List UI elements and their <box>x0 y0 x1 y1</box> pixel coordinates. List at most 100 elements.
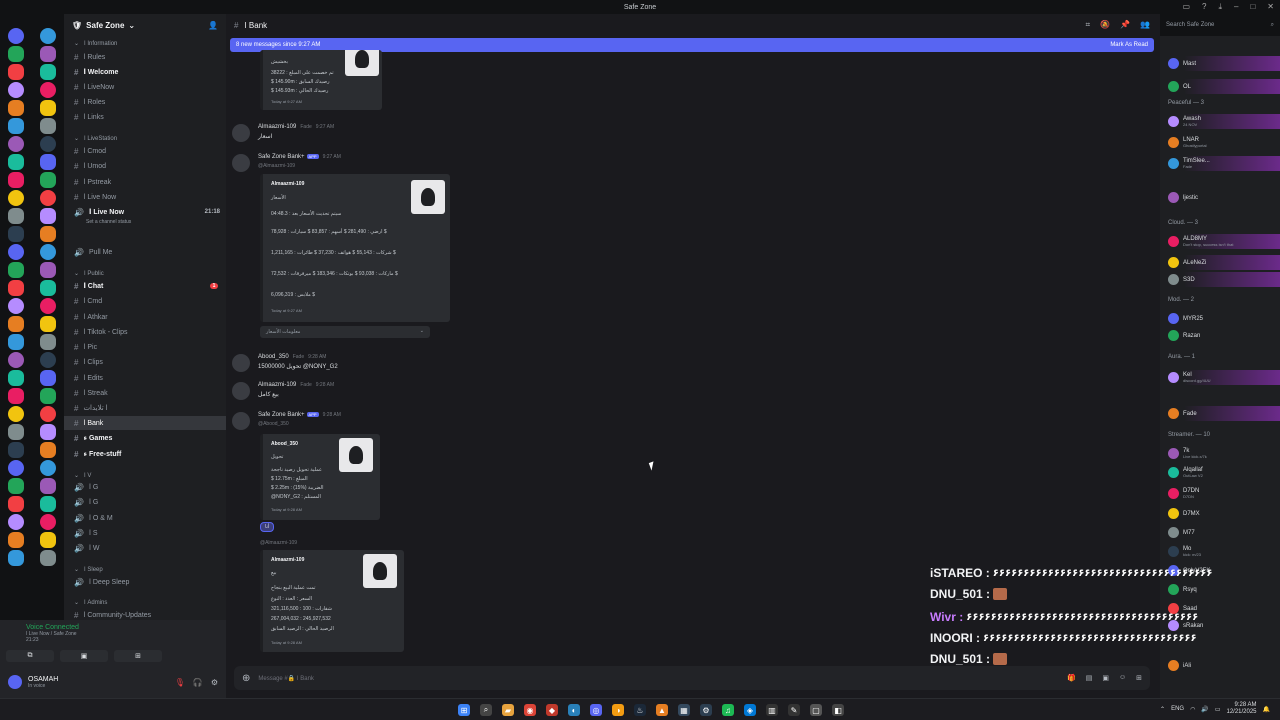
reply-mention[interactable]: @Almaazmi-109 <box>260 540 297 546</box>
server-icon[interactable] <box>40 316 56 332</box>
member-item[interactable]: OL <box>1160 79 1280 94</box>
server-icon[interactable] <box>40 100 56 116</box>
channel-item[interactable]: 🔊 ا Deep Sleep <box>64 575 226 589</box>
member-item[interactable]: Fade <box>1160 406 1280 421</box>
channel-item[interactable]: # ا Clips <box>64 355 226 369</box>
channel-item[interactable]: # ا Live Now <box>64 190 226 204</box>
member-item[interactable]: Razan <box>1160 328 1280 343</box>
server-icon[interactable] <box>8 244 24 260</box>
member-item[interactable]: 7k Live kick.x/7k <box>1160 446 1280 461</box>
channel-category[interactable]: ⌄ ا Information <box>64 36 226 50</box>
app-icon[interactable]: ◐ <box>568 704 580 716</box>
server-icon[interactable] <box>8 352 24 368</box>
channel-item[interactable]: # ا Pic <box>64 340 226 354</box>
server-icon[interactable] <box>8 514 24 530</box>
channel-item[interactable]: # ا Chat 1 <box>64 279 226 293</box>
member-item[interactable]: TimSlee... Fade <box>1160 156 1280 171</box>
steam-icon[interactable]: ♨ <box>634 704 646 716</box>
channel-item[interactable]: # ا LiveNow <box>64 80 226 94</box>
settings-gear-icon[interactable]: ⚙ <box>211 678 218 687</box>
avatar[interactable] <box>232 354 250 372</box>
app-icon[interactable]: ⚙ <box>700 704 712 716</box>
message-composer[interactable]: ⊕ Message #🔒 ا Bank 🎁 ▤ ▣ ☺ ⊞ <box>234 666 1150 690</box>
app-icon[interactable]: ◈ <box>744 704 756 716</box>
server-icon[interactable] <box>8 28 24 44</box>
language-indicator[interactable]: ENG <box>1171 706 1184 712</box>
avatar[interactable] <box>232 124 250 142</box>
server-icon[interactable] <box>8 208 24 224</box>
channel-item[interactable]: # ء Games <box>64 431 226 445</box>
inbox-icon[interactable]: ▭ <box>1182 2 1190 12</box>
server-icon[interactable] <box>40 136 56 152</box>
avatar[interactable] <box>232 412 250 430</box>
server-icon[interactable] <box>8 316 24 332</box>
channel-item[interactable]: # ء Free-stuff <box>64 447 226 461</box>
channel-item[interactable]: 🔊 Pull Me <box>64 245 226 259</box>
server-icon[interactable] <box>40 352 56 368</box>
channel-item[interactable]: 🔊 ا O & M <box>64 511 226 525</box>
server-icon[interactable] <box>40 550 56 566</box>
server-icon[interactable] <box>8 82 24 98</box>
server-icon[interactable] <box>40 388 56 404</box>
server-icon[interactable] <box>40 208 56 224</box>
search-icon[interactable]: ⌕ <box>480 704 492 716</box>
avatar[interactable] <box>232 382 250 400</box>
notification-icon[interactable]: 🔔 <box>1263 706 1270 713</box>
channel-item[interactable]: 🔊 ا G <box>64 480 226 494</box>
app-icon[interactable]: ▢ <box>810 704 822 716</box>
server-icon[interactable] <box>8 460 24 476</box>
avatar[interactable] <box>8 675 22 689</box>
message-author[interactable]: Safe Zone Bank+ <box>258 154 305 160</box>
server-icon[interactable] <box>40 514 56 530</box>
server-icon[interactable] <box>40 262 56 278</box>
server-icon[interactable] <box>40 370 56 386</box>
channel-item[interactable]: 🔊 ا W <box>64 541 226 555</box>
server-icon[interactable] <box>40 226 56 242</box>
server-icon[interactable] <box>8 64 24 80</box>
server-icon[interactable] <box>8 226 24 242</box>
server-icon[interactable] <box>8 550 24 566</box>
chrome-icon[interactable]: ◉ <box>524 704 536 716</box>
activities-button[interactable]: ⊞ <box>114 650 162 662</box>
notifications-icon[interactable]: 🔕 <box>1100 20 1110 30</box>
member-item[interactable]: S3D <box>1160 272 1280 287</box>
server-icon[interactable] <box>40 46 56 62</box>
channel-category[interactable]: ⌄ ا Public <box>64 266 226 280</box>
channel-item[interactable]: # ا Edits <box>64 371 226 385</box>
server-icon[interactable] <box>40 82 56 98</box>
avatar[interactable] <box>232 154 250 172</box>
server-icon[interactable] <box>8 172 24 188</box>
member-item[interactable]: ALD8MY Don't stop, success isn't that <box>1160 234 1280 249</box>
channel-item[interactable]: # ا Tiktok - Clips <box>64 325 226 339</box>
explorer-icon[interactable]: ▰ <box>502 704 514 716</box>
channel-item[interactable]: # ا Athkar <box>64 310 226 324</box>
server-icon[interactable] <box>8 478 24 494</box>
channel-item[interactable]: 🔊 ا G <box>64 495 226 509</box>
server-icon[interactable] <box>40 64 56 80</box>
member-item[interactable]: Alqallaf OutLaw V2 <box>1160 465 1280 480</box>
reaction-button[interactable]: أنا <box>260 522 275 532</box>
server-icon[interactable] <box>40 334 56 350</box>
server-icon[interactable] <box>40 496 56 512</box>
server-icon[interactable] <box>40 460 56 476</box>
close-icon[interactable]: ✕ <box>1267 2 1274 12</box>
server-icon[interactable] <box>8 298 24 314</box>
member-item[interactable]: ALeNeZi <box>1160 255 1280 270</box>
help-icon[interactable]: ? <box>1202 2 1206 12</box>
deafen-icon[interactable]: 🎧 <box>193 678 203 687</box>
chevron-up-icon[interactable]: ⌃ <box>1160 706 1165 713</box>
server-icon[interactable] <box>8 442 24 458</box>
threads-icon[interactable]: ⌗ <box>1086 20 1091 30</box>
channel-item[interactable]: 🔊 ا S <box>64 526 226 540</box>
select-menu[interactable]: معلومات الأسعار ⌄ <box>260 326 430 338</box>
message-author[interactable]: Abood_350 <box>258 354 289 360</box>
server-icon[interactable] <box>8 388 24 404</box>
message-author[interactable]: Almaazmi-109 <box>258 382 296 388</box>
message-author[interactable]: Safe Zone Bank+ <box>258 412 305 418</box>
server-icon[interactable] <box>40 442 56 458</box>
screen-share-button[interactable]: ▣ <box>60 650 108 662</box>
plus-icon[interactable]: ⊕ <box>242 673 250 684</box>
mute-icon[interactable]: 🎙 <box>175 678 185 687</box>
member-item[interactable]: LNAR Ghostlyportal <box>1160 135 1280 150</box>
server-icon[interactable] <box>40 532 56 548</box>
